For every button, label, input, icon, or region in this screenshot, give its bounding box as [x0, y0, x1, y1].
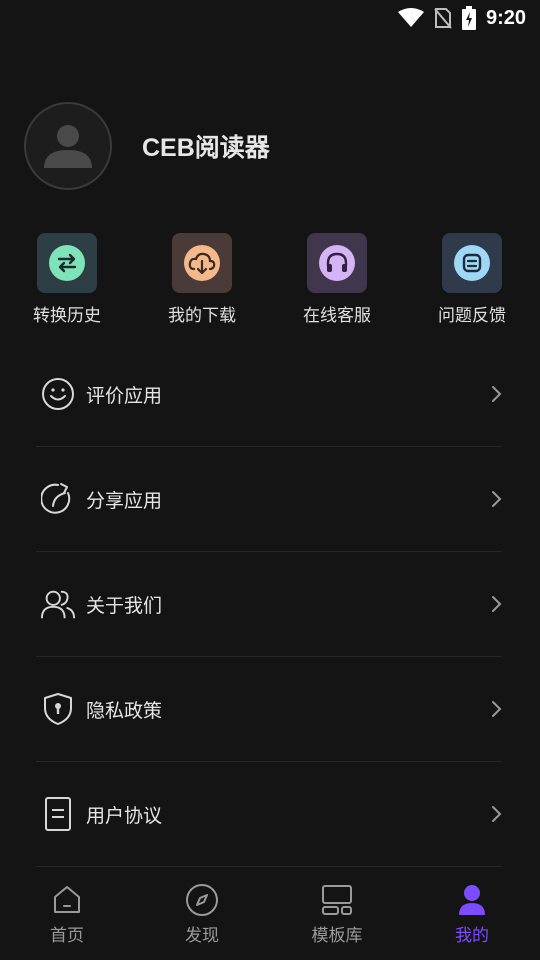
menu-item-user-agreement[interactable]: 用户协议: [36, 762, 502, 867]
avatar[interactable]: [24, 102, 112, 190]
status-bar: 9:20: [0, 0, 540, 36]
quick-action-label: 转换历史: [33, 306, 101, 326]
status-time: 9:20: [485, 6, 526, 29]
quick-action-feedback[interactable]: 问题反馈: [422, 233, 522, 326]
tab-label: 模板库: [311, 926, 363, 946]
wifi-icon: [397, 8, 424, 27]
chevron-right-icon: [492, 491, 502, 507]
users-icon: [40, 590, 76, 619]
chevron-right-icon: [492, 386, 502, 402]
tab-home[interactable]: 首页: [17, 882, 117, 946]
compass-icon: [186, 884, 218, 916]
bottom-tab-bar: 首页 发现 模板库 我的: [0, 876, 540, 960]
tab-mine[interactable]: 我的: [422, 882, 522, 946]
shield-icon: [44, 693, 72, 725]
menu-item-label: 用户协议: [86, 804, 163, 827]
feedback-icon: [454, 245, 490, 281]
chevron-right-icon: [492, 806, 502, 822]
home-icon: [54, 886, 80, 913]
quick-action-label: 问题反馈: [438, 306, 506, 326]
quick-action-label: 在线客服: [303, 306, 371, 326]
menu-item-label: 隐私政策: [86, 699, 163, 722]
person-icon: [459, 885, 485, 915]
quick-action-downloads[interactable]: 我的下载: [152, 233, 252, 326]
quick-actions: 转换历史 我的下载 在线客服 问题反馈: [0, 233, 540, 333]
tab-label: 我的: [455, 926, 489, 946]
cloud-download-icon: [184, 245, 220, 281]
quick-action-history[interactable]: 转换历史: [17, 233, 117, 326]
template-icon: [322, 885, 352, 915]
share-icon: [41, 483, 71, 514]
menu-item-rate-app[interactable]: 评价应用: [36, 342, 502, 447]
tab-label: 首页: [50, 926, 84, 946]
smile-icon: [42, 378, 74, 410]
no-sim-icon: [434, 8, 452, 29]
default-avatar-icon: [44, 125, 92, 168]
profile-header[interactable]: CEB阅读器: [24, 102, 270, 190]
menu-item-share-app[interactable]: 分享应用: [36, 447, 502, 552]
settings-menu: 评价应用 分享应用 关于我们 隐私政策 用户协议: [36, 342, 502, 867]
menu-item-label: 评价应用: [86, 384, 163, 407]
quick-action-label: 我的下载: [168, 306, 236, 326]
battery-icon: [461, 6, 476, 30]
menu-item-label: 关于我们: [86, 594, 163, 617]
chevron-right-icon: [492, 701, 502, 717]
menu-item-label: 分享应用: [86, 489, 163, 512]
tab-templates[interactable]: 模板库: [287, 882, 387, 946]
app-name: CEB阅读器: [142, 134, 270, 162]
menu-item-privacy-policy[interactable]: 隐私政策: [36, 657, 502, 762]
menu-item-about-us[interactable]: 关于我们: [36, 552, 502, 657]
document-icon: [45, 797, 71, 831]
chevron-right-icon: [492, 596, 502, 612]
headset-icon: [319, 245, 355, 281]
quick-action-support[interactable]: 在线客服: [287, 233, 387, 326]
tab-label: 发现: [185, 926, 219, 946]
tab-discover[interactable]: 发现: [152, 882, 252, 946]
swap-icon: [49, 245, 85, 281]
